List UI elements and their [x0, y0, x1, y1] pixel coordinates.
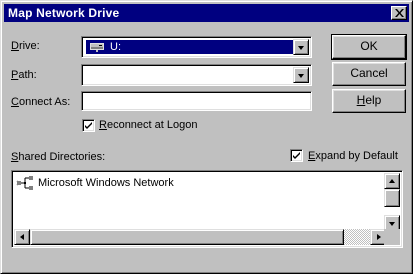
checkmark-icon [293, 152, 300, 159]
connect-as-label: Connect As: [11, 96, 71, 108]
window-title: Map Network Drive [8, 6, 120, 20]
close-icon [395, 9, 404, 17]
map-network-drive-dialog: Map Network Drive Drive: U: Path: Connec… [0, 0, 413, 274]
shared-directories-label: Shared Directories: [11, 151, 106, 163]
connect-as-input[interactable] [81, 91, 312, 111]
drive-combobox[interactable]: U: [81, 36, 312, 58]
horizontal-scroll-thumb[interactable] [30, 229, 344, 245]
close-button[interactable] [391, 6, 407, 20]
ok-button[interactable]: OK [331, 34, 407, 60]
scroll-up-button[interactable] [384, 173, 400, 189]
scroll-left-button[interactable] [14, 229, 30, 245]
path-combobox[interactable] [81, 64, 312, 86]
path-label: Path: [11, 69, 37, 81]
drive-value: U: [110, 41, 121, 53]
vertical-scroll-thumb[interactable] [384, 189, 400, 207]
network-icon [16, 176, 33, 190]
drive-selected-value: U: [86, 40, 294, 54]
expand-by-default-checkbox[interactable] [290, 149, 303, 162]
reconnect-checkbox[interactable] [82, 119, 95, 132]
drive-dropdown-button[interactable] [293, 39, 309, 55]
path-dropdown-button[interactable] [293, 67, 309, 83]
drive-label: Drive: [11, 40, 40, 52]
reconnect-label[interactable]: Reconnect at Logon [99, 119, 197, 131]
help-button[interactable]: Help [332, 89, 406, 113]
checkmark-icon [85, 122, 92, 129]
cancel-button[interactable]: Cancel [332, 62, 406, 86]
list-item-label: Microsoft Windows Network [38, 177, 174, 189]
title-bar[interactable]: Map Network Drive [4, 4, 409, 22]
vertical-scrollbar[interactable] [384, 173, 400, 231]
network-drive-icon [90, 43, 104, 52]
scrollbar-corner [384, 229, 400, 245]
shared-directories-list[interactable]: Microsoft Windows Network [11, 170, 403, 248]
expand-by-default-label[interactable]: Expand by Default [308, 150, 398, 162]
horizontal-scrollbar[interactable] [14, 229, 386, 245]
